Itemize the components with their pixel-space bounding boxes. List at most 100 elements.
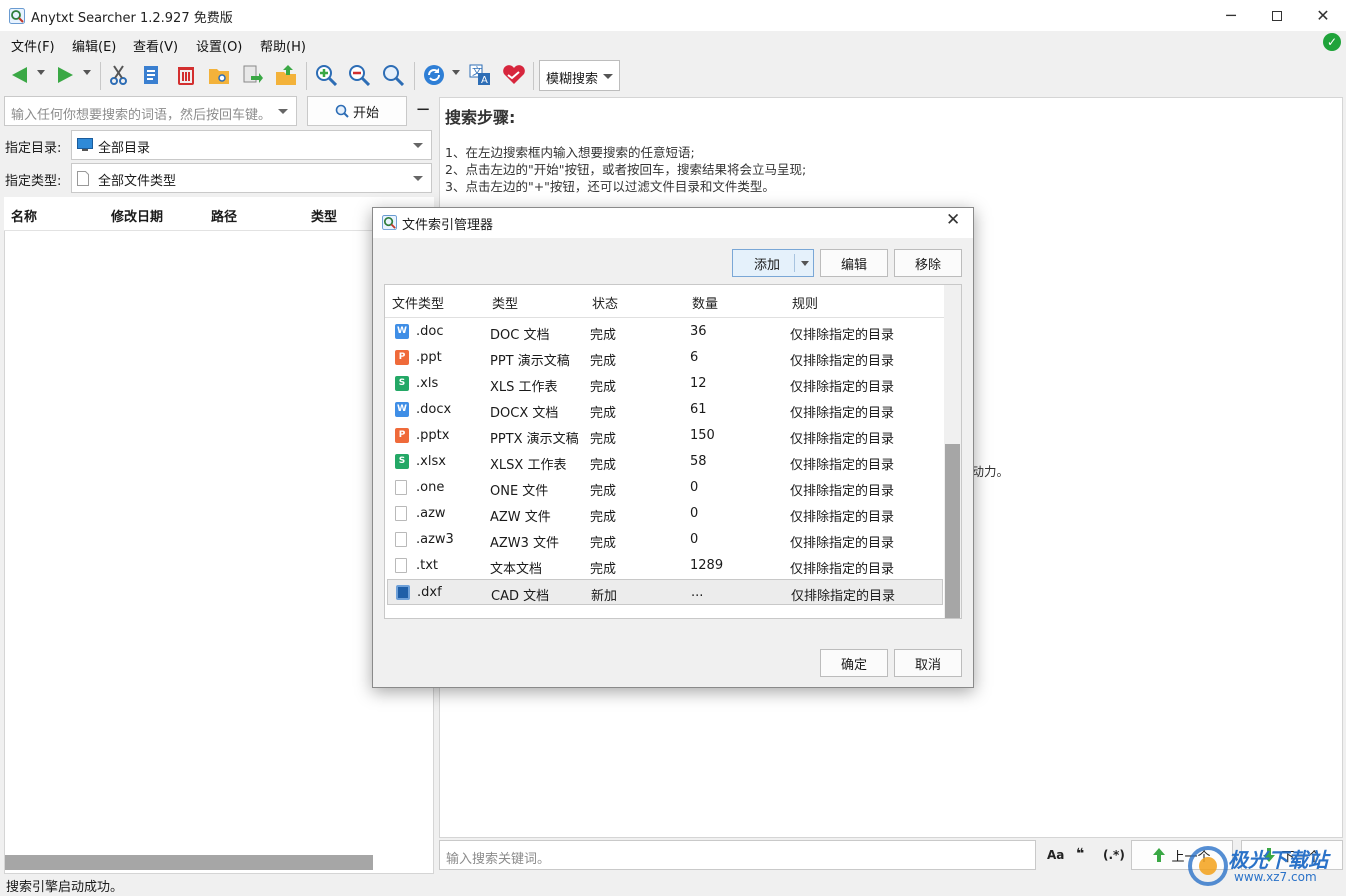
remove-button[interactable]: 移除 [894,249,962,277]
step-3: 3、点击左边的"+"按钮，还可以过滤文件目录和文件类型。 [445,179,775,194]
close-button[interactable]: ✕ [1300,0,1346,31]
cell-status: 完成 [590,432,617,447]
file-ppt-icon: P [395,428,409,443]
cell-rule: 仅排除指定的目录 [790,406,895,421]
start-search-button[interactable]: 开始 [307,96,407,126]
keyword-input[interactable]: 输入搜索关键词。 [439,840,1036,870]
column-modified[interactable]: 修改日期 [111,206,163,225]
cell-type: DOCX 文档 [490,406,559,421]
column-status[interactable]: 状态 [592,293,618,312]
refresh-dropdown-caret[interactable] [452,70,460,75]
edit-button[interactable]: 编辑 [820,249,888,277]
column-file-type[interactable]: 文件类型 [392,293,444,312]
table-row[interactable]: .one ONE 文件 完成 0 仅排除指定的目录 [387,475,943,501]
table-row[interactable]: .azw AZW 文件 完成 0 仅排除指定的目录 [387,501,943,527]
watermark-url: www.xz7.com [1234,870,1317,884]
minimize-button[interactable]: ─ [1208,0,1254,31]
search-icon [335,104,349,118]
regex-toggle[interactable]: (.*) [1103,848,1125,862]
table-row[interactable]: W .docx DOCX 文档 完成 61 仅排除指定的目录 [387,397,943,423]
table-row[interactable]: .dxf CAD 文档 新加... 仅排除指定的目录 [387,579,943,605]
arrow-right-icon [58,67,73,83]
export-button[interactable] [240,63,264,87]
translate-button[interactable]: 文A [468,63,492,87]
zoom-out-button[interactable] [347,63,371,87]
forward-dropdown-caret[interactable] [83,70,91,75]
chevron-down-icon[interactable] [801,261,809,266]
cell-rule: 仅排除指定的目录 [790,380,895,395]
vertical-scrollbar-thumb[interactable] [945,444,960,618]
refresh-button[interactable] [422,63,446,87]
cancel-button[interactable]: 取消 [894,649,962,677]
maximize-button[interactable] [1254,0,1300,31]
search-input[interactable]: 输入任何你想要搜索的词语，然后按回车键。 [4,96,297,126]
file-blank-icon [395,532,407,547]
table-row[interactable]: S .xlsx XLSX 工作表 完成 58 仅排除指定的目录 [387,449,943,475]
cell-type: DOC 文档 [490,328,550,343]
zoom-in-icon [316,65,337,86]
dialog-close-button[interactable]: ✕ [946,210,960,230]
forward-button[interactable] [53,63,77,87]
column-rule[interactable]: 规则 [792,293,818,312]
import-icon [276,65,296,85]
results-list[interactable] [4,197,434,874]
file-xls-icon: S [395,454,409,469]
cut-button[interactable] [107,63,131,87]
collapse-filters-button[interactable]: − [414,100,432,120]
toolbar-separator [533,62,534,90]
table-row[interactable]: .azw3 AZW3 文件 完成 0 仅排除指定的目录 [387,527,943,553]
column-kind[interactable]: 类型 [492,293,518,312]
delete-button[interactable] [174,63,198,87]
file-doc-icon: W [395,324,409,339]
open-folder-button[interactable] [207,63,231,87]
cell-type: AZW 文件 [490,510,551,525]
cell-status: 完成 [590,510,617,525]
heart-icon [503,65,525,84]
cell-type: 文本文档 [490,562,543,577]
cell-count: 6 [690,350,699,365]
file-type-select[interactable]: 全部文件类型 [71,163,432,193]
column-path[interactable]: 路径 [211,206,237,225]
menu-help[interactable]: 帮助(H) [260,36,306,55]
zoom-in-button[interactable] [314,63,338,87]
cell-status: 完成 [590,458,617,473]
cell-type: CAD 文档 [491,589,550,604]
status-bar-text: 搜索引擎启动成功。 [6,880,124,895]
cell-count: 150 [690,428,715,443]
ok-button[interactable]: 确定 [820,649,888,677]
horizontal-scrollbar[interactable] [5,855,373,870]
import-button[interactable] [274,63,298,87]
table-row[interactable]: .txt 文本文档 完成 1289 仅排除指定的目录 [387,553,943,579]
add-button[interactable]: 添加 [732,249,814,277]
table-row[interactable]: P .pptx PPTX 演示文稿 完成 150 仅排除指定的目录 [387,423,943,449]
directory-select[interactable]: 全部目录 [71,130,432,160]
match-case-toggle[interactable]: Aa [1047,848,1064,862]
table-row[interactable]: S .xls XLS 工作表 完成 12 仅排除指定的目录 [387,371,943,397]
back-dropdown-caret[interactable] [37,70,45,75]
cell-type: ONE 文件 [490,484,549,499]
menu-settings[interactable]: 设置(O) [196,36,242,55]
column-count[interactable]: 数量 [692,293,718,312]
cell-type: PPT 演示文稿 [490,354,570,369]
zoom-reset-button[interactable] [381,63,405,87]
column-name[interactable]: 名称 [11,206,37,225]
menu-edit[interactable]: 编辑(E) [72,36,116,55]
cell-ext: .xls [416,376,439,391]
cell-ext: .one [416,480,445,495]
menu-view[interactable]: 查看(V) [133,36,178,55]
donate-button[interactable] [502,63,526,87]
table-row[interactable]: W .doc DOC 文档 完成 36 仅排除指定的目录 [387,319,943,345]
copy-button[interactable] [140,63,164,87]
search-mode-select[interactable]: 模糊搜索 [539,60,620,91]
back-button[interactable] [8,63,32,87]
cell-rule: 仅排除指定的目录 [790,510,895,525]
menu-file[interactable]: 文件(F) [11,36,55,55]
table-row[interactable]: P .ppt PPT 演示文稿 完成 6 仅排除指定的目录 [387,345,943,371]
add-label: 添加 [753,257,780,273]
cell-count: 61 [690,402,707,417]
cell-rule: 仅排除指定的目录 [790,484,895,499]
whole-word-toggle[interactable]: ❝ [1076,846,1084,862]
column-type[interactable]: 类型 [311,206,337,225]
trash-icon [178,67,194,85]
cell-rule: 仅排除指定的目录 [790,432,895,447]
